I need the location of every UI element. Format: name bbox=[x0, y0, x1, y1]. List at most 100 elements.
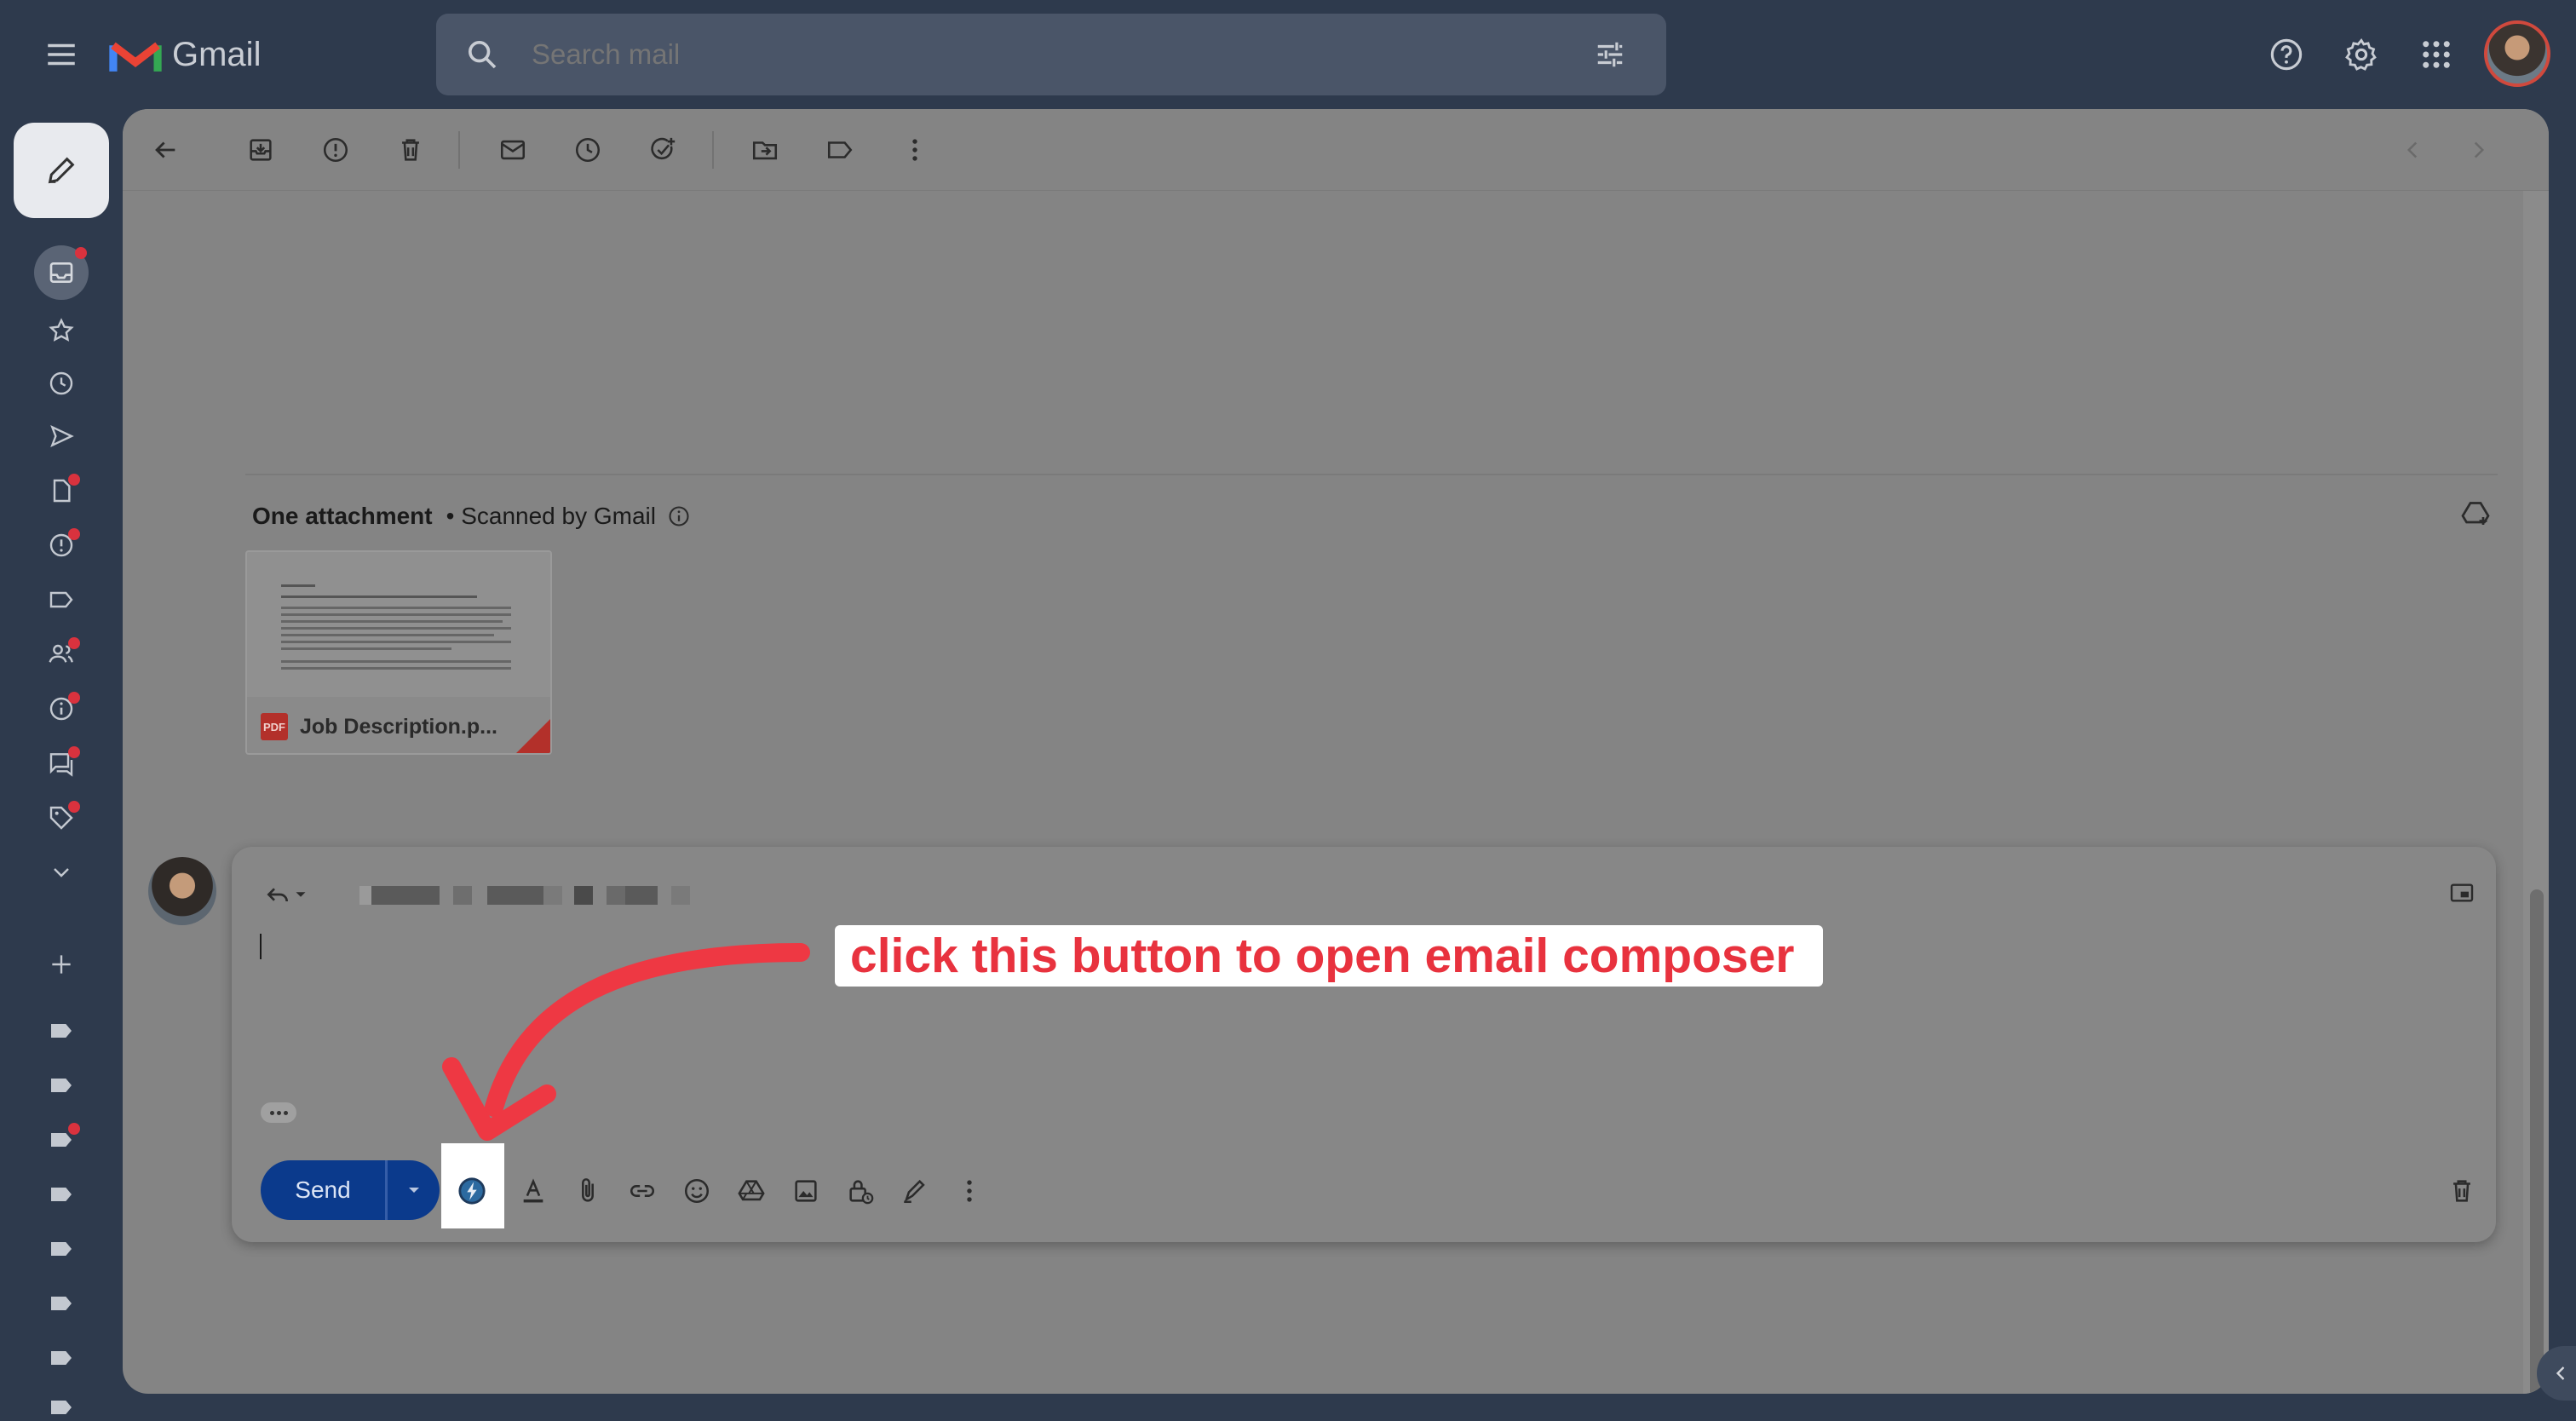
insert-photo-button[interactable] bbox=[789, 1174, 823, 1208]
gmail-logo[interactable]: Gmail bbox=[109, 32, 296, 77]
app-name: Gmail bbox=[172, 35, 262, 73]
attachment-count: One attachment bbox=[252, 503, 433, 529]
discard-draft-button[interactable] bbox=[2445, 1174, 2479, 1208]
sender-avatar[interactable] bbox=[148, 857, 216, 925]
label-filled-icon bbox=[51, 1401, 72, 1414]
redacted-block bbox=[543, 886, 562, 905]
info-icon[interactable] bbox=[666, 503, 692, 529]
sidebar-item-chat[interactable] bbox=[44, 746, 80, 780]
sidebar-item-info[interactable] bbox=[44, 692, 80, 726]
sidebar-label-8[interactable] bbox=[44, 1394, 78, 1421]
save-to-drive-button[interactable] bbox=[2457, 496, 2494, 533]
label-button[interactable] bbox=[823, 133, 857, 167]
scrollbar-thumb[interactable] bbox=[2530, 889, 2544, 1394]
scrollbar[interactable] bbox=[2523, 191, 2549, 1394]
attachment-card[interactable]: PDF Job Description.p... bbox=[245, 550, 552, 755]
send-button[interactable]: Send bbox=[261, 1160, 385, 1220]
mark-unread-button[interactable] bbox=[496, 133, 530, 167]
apps-icon[interactable] bbox=[2416, 34, 2457, 75]
send-button-group[interactable]: Send bbox=[261, 1160, 440, 1220]
more-options-button[interactable] bbox=[952, 1174, 986, 1208]
signature-button[interactable] bbox=[898, 1174, 932, 1208]
sidebar-label-7[interactable] bbox=[44, 1341, 78, 1375]
send-options-button[interactable] bbox=[385, 1160, 440, 1220]
redacted-block bbox=[371, 886, 440, 905]
sidebar-label-5[interactable] bbox=[44, 1232, 78, 1266]
delete-button[interactable] bbox=[394, 133, 428, 167]
report-spam-button[interactable] bbox=[319, 133, 353, 167]
prev-button[interactable] bbox=[2395, 133, 2429, 167]
sidebar-item-contacts[interactable] bbox=[44, 637, 80, 671]
reply-box[interactable]: Send bbox=[232, 847, 2496, 1242]
sidebar-label-2[interactable] bbox=[44, 1068, 78, 1102]
sidebar-item-inbox[interactable] bbox=[34, 245, 89, 300]
link-icon bbox=[630, 1185, 654, 1197]
settings-icon[interactable] bbox=[2341, 34, 2382, 75]
attachment-divider bbox=[245, 474, 2498, 475]
attach-button[interactable] bbox=[571, 1174, 605, 1208]
quick-reply-button[interactable] bbox=[455, 1174, 489, 1208]
pop-out-icon bbox=[2450, 883, 2474, 902]
mail-icon bbox=[500, 140, 526, 160]
add-label-button[interactable] bbox=[44, 947, 78, 981]
redacted-block bbox=[574, 886, 593, 905]
pen-icon bbox=[904, 1179, 925, 1204]
attachment-footer: PDF Job Description.p... bbox=[247, 697, 550, 753]
toolbar-divider bbox=[458, 131, 460, 169]
sidebar-label-1[interactable] bbox=[44, 1014, 78, 1048]
label-filled-icon bbox=[51, 1351, 72, 1365]
compose-button[interactable] bbox=[14, 123, 109, 218]
emoji-icon bbox=[684, 1178, 710, 1204]
back-button[interactable] bbox=[148, 133, 182, 167]
more-vert-icon bbox=[967, 1180, 972, 1202]
drive-button[interactable] bbox=[734, 1174, 768, 1208]
add-task-button[interactable] bbox=[646, 133, 680, 167]
sidebar-item-label[interactable] bbox=[44, 583, 78, 617]
confidential-mode-button[interactable] bbox=[843, 1174, 877, 1208]
add-task-icon bbox=[651, 137, 676, 160]
formatting-button[interactable] bbox=[516, 1174, 550, 1208]
sidebar-item-drafts[interactable] bbox=[44, 474, 80, 508]
sidebar-label-3[interactable] bbox=[44, 1123, 80, 1157]
label-filled-icon bbox=[51, 1024, 72, 1038]
clock-icon bbox=[49, 371, 73, 395]
more-button[interactable] bbox=[898, 133, 932, 167]
attachment-preview bbox=[247, 552, 550, 697]
caret-down-icon bbox=[296, 892, 306, 897]
pencil-icon bbox=[48, 157, 75, 184]
insert-link-button[interactable] bbox=[625, 1174, 659, 1208]
sidebar-label-4[interactable] bbox=[44, 1177, 78, 1211]
menu-icon[interactable] bbox=[39, 36, 83, 73]
sidebar-item-starred[interactable] bbox=[44, 314, 78, 348]
chevron-right-icon bbox=[2474, 141, 2485, 158]
sidebar-item-spam[interactable] bbox=[44, 528, 80, 562]
sidebar-item-sent[interactable] bbox=[44, 419, 78, 453]
reply-type-button[interactable] bbox=[257, 877, 317, 912]
avatar[interactable] bbox=[2484, 20, 2550, 87]
snooze-button[interactable] bbox=[571, 133, 605, 167]
search-options-icon[interactable] bbox=[1591, 36, 1629, 73]
emoji-button[interactable] bbox=[680, 1174, 714, 1208]
archive-button[interactable] bbox=[244, 133, 278, 167]
sidebar-item-snoozed[interactable] bbox=[44, 366, 78, 400]
label-icon bbox=[827, 141, 853, 158]
show-trimmed-content-button[interactable] bbox=[261, 1102, 296, 1123]
search-bar[interactable] bbox=[436, 14, 1666, 95]
redacted-block bbox=[625, 886, 658, 905]
lock-clock-icon bbox=[849, 1180, 874, 1205]
move-to-button[interactable] bbox=[748, 133, 782, 167]
sidebar-label-6[interactable] bbox=[44, 1286, 78, 1320]
recipients-redacted[interactable] bbox=[359, 886, 690, 905]
search-input[interactable] bbox=[532, 36, 1469, 73]
move-to-icon bbox=[752, 141, 778, 160]
next-button[interactable] bbox=[2462, 133, 2496, 167]
sidebar-more-chevron[interactable] bbox=[44, 855, 78, 889]
drive-add-icon bbox=[2461, 502, 2490, 525]
label-filled-icon bbox=[51, 1242, 72, 1256]
popout-button[interactable] bbox=[2445, 876, 2479, 910]
search-icon[interactable] bbox=[463, 36, 501, 73]
label-filled-icon bbox=[51, 1188, 72, 1201]
sidebar-item-tag[interactable] bbox=[44, 801, 80, 835]
help-icon[interactable] bbox=[2266, 34, 2307, 75]
chevron-down-icon bbox=[54, 868, 69, 877]
